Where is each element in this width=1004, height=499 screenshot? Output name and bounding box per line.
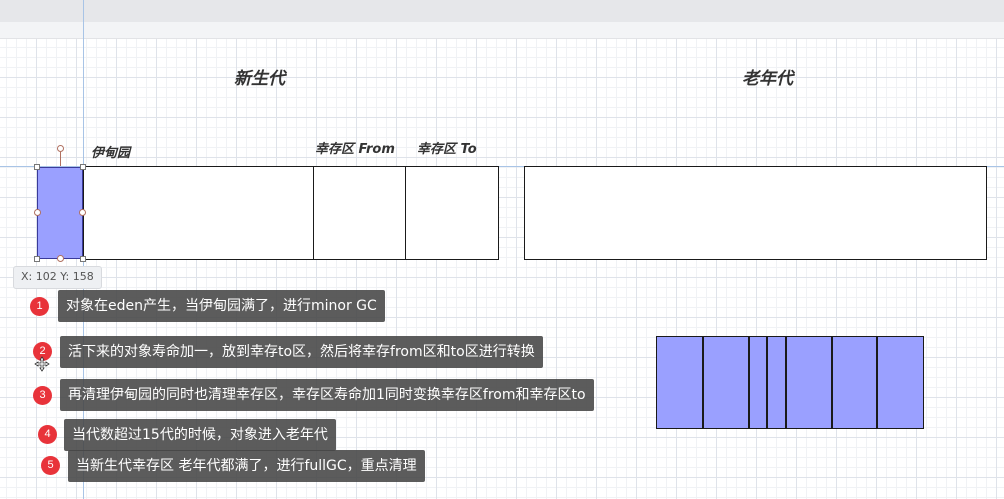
survivor-to-box[interactable]	[405, 166, 499, 260]
selected-shape[interactable]	[37, 167, 83, 259]
rotate-connector	[60, 152, 61, 166]
step-text-2: 活下来的对象寿命加一，放到幸存to区，然后将幸存from区和to区进行转换	[60, 336, 543, 368]
survivor-from-label: 幸存区 From	[315, 142, 395, 157]
block-divider	[702, 337, 704, 428]
step-badge-3: 3	[33, 386, 52, 405]
old-gen-title: 老年代	[742, 69, 793, 89]
resize-handle-nw[interactable]	[34, 164, 40, 170]
step-text-3: 再清理伊甸园的同时也清理幸存区，幸存区寿命加1同时变换幸存区from和幸存区to	[60, 379, 594, 411]
step-badge-1: 1	[30, 297, 49, 316]
survivor-from-box[interactable]	[313, 166, 407, 260]
canvas-ruler-bar	[0, 22, 1004, 39]
step-badge-5: 5	[41, 456, 60, 475]
step-text-4: 当代数超过15代的时候，对象进入老年代	[64, 419, 336, 451]
eden-label: 伊甸园	[91, 146, 131, 161]
block-divider	[876, 337, 878, 428]
young-gen-title: 新生代	[234, 69, 285, 89]
resize-handle-se[interactable]	[80, 256, 86, 262]
block-divider	[785, 337, 787, 428]
resize-handle-s[interactable]	[57, 255, 64, 262]
step-text-1: 对象在eden产生，当伊甸园满了，进行minor GC	[58, 290, 385, 322]
resize-handle-sw[interactable]	[34, 256, 40, 262]
survivor-to-label: 幸存区 To	[417, 142, 477, 157]
resize-handle-w[interactable]	[34, 209, 41, 216]
step-text-5: 当新生代幸存区 老年代都满了，进行fullGC，重点清理	[68, 450, 425, 482]
coordinate-tooltip: X: 102 Y: 158	[13, 266, 102, 289]
filled-old-gen-block[interactable]	[656, 336, 924, 429]
step-badge-4: 4	[38, 425, 57, 444]
move-cursor-icon	[34, 356, 50, 372]
block-divider	[766, 337, 768, 428]
rotate-handle[interactable]	[57, 145, 64, 152]
block-divider	[831, 337, 833, 428]
block-divider	[748, 337, 750, 428]
app-toolbar	[0, 0, 1004, 22]
old-gen-box[interactable]	[524, 166, 987, 260]
resize-handle-ne[interactable]	[80, 164, 86, 170]
resize-handle-e[interactable]	[79, 209, 86, 216]
eden-space-box[interactable]	[83, 166, 315, 260]
